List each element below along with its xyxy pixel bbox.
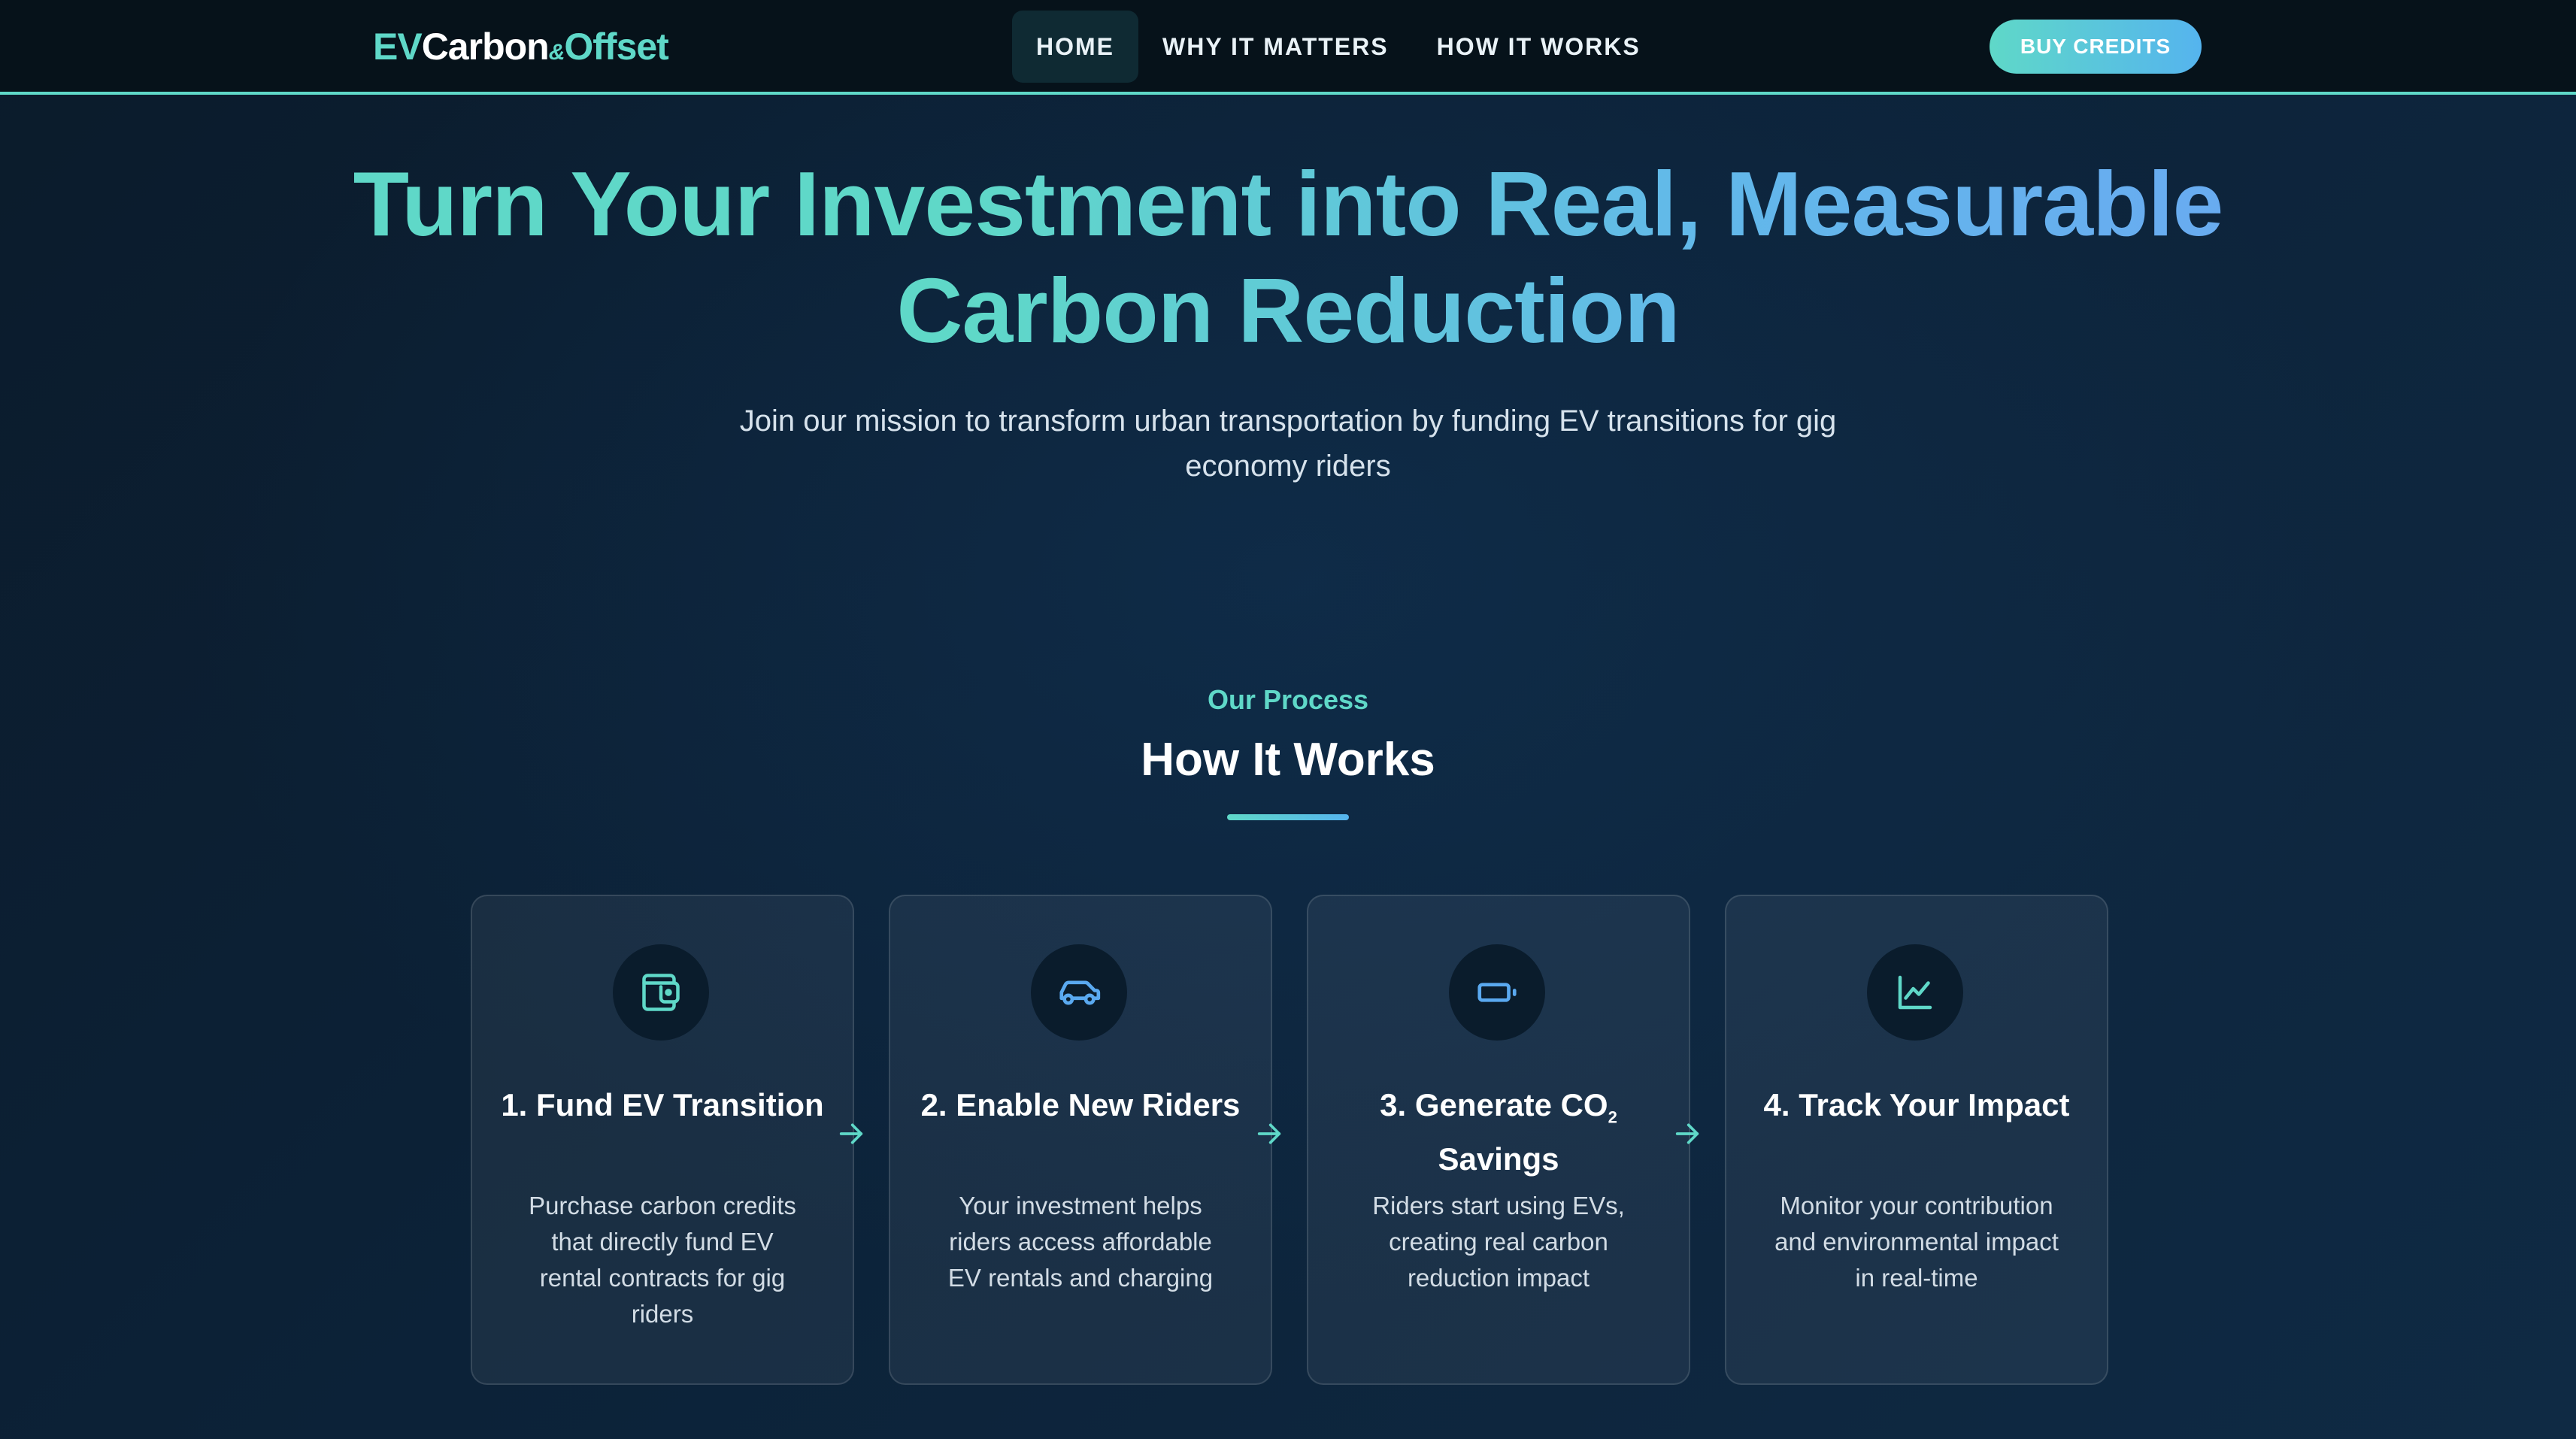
brand-logo[interactable]: EVCarbon&Offset	[373, 23, 669, 71]
nav-link-why-it-matters[interactable]: WHY IT MATTERS	[1138, 11, 1413, 83]
nav-link-how-it-works[interactable]: HOW IT WORKS	[1413, 11, 1665, 83]
step-description: Riders start using EVs, creating real ca…	[1372, 1192, 1625, 1292]
section-title: How It Works	[1141, 734, 1435, 786]
step-title: 2. Enable New Riders	[920, 1087, 1241, 1122]
buy-credits-button[interactable]: BUY CREDITS	[1990, 20, 2202, 74]
hero-title-line-2: Carbon Reduction	[896, 259, 1680, 362]
hero-title: Turn Your Investment into Real, Measurab…	[226, 150, 2350, 364]
section-underline	[1227, 814, 1349, 820]
arrow-right-icon	[1257, 1123, 1281, 1144]
step-title: 1. Fund EV Transition	[501, 1087, 824, 1122]
section-eyebrow: Our Process	[1207, 684, 1369, 715]
battery-icon	[1477, 983, 1517, 1002]
step-title: 4. Track Your Impact	[1763, 1087, 2070, 1122]
step-title-main: 3. Generate CO	[1380, 1087, 1608, 1122]
logo-ev: EV	[373, 26, 423, 68]
chart-line-icon	[1898, 975, 1932, 1010]
step-icon-circle	[1449, 944, 1545, 1041]
wallet-icon	[642, 974, 680, 1011]
top-navbar: EVCarbon&Offset HOME WHY IT MATTERS HOW …	[0, 0, 2576, 95]
logo-offset: Offset	[564, 26, 668, 68]
step-card-2: 2. Enable New Riders Your investment hel…	[889, 895, 1272, 1385]
hero-title-line-1: Turn Your Investment into Real, Measurab…	[353, 153, 2223, 255]
step-icon-circle	[613, 944, 709, 1041]
car-icon	[1059, 980, 1101, 1005]
step-title-subscript: 2	[1608, 1107, 1617, 1127]
step-description: Purchase carbon credits that directly fu…	[529, 1192, 796, 1328]
step-description: Your investment helps riders access affo…	[947, 1192, 1214, 1292]
step-card-3: 3. Generate CO2 Savings Riders start usi…	[1307, 895, 1690, 1385]
step-card-1: 1. Fund EV Transition Purchase carbon cr…	[471, 895, 854, 1385]
logo-ampersand: &	[548, 40, 565, 65]
arrow-right-icon	[1675, 1123, 1699, 1144]
step-description: Monitor your contribution and environmen…	[1774, 1192, 2059, 1292]
step-icon-circle	[1031, 944, 1127, 1041]
step-title-end: Savings	[1438, 1141, 1559, 1177]
step-card-4: 4. Track Your Impact Monitor your contri…	[1725, 895, 2108, 1385]
nav-links: HOME WHY IT MATTERS HOW IT WORKS	[1012, 11, 1665, 83]
hero-subtitle: Join our mission to transform urban tran…	[739, 404, 1837, 483]
logo-carbon: Carbon	[421, 26, 550, 68]
step-icon-circle	[1867, 944, 1963, 1041]
step-title: 3. Generate CO2 Savings	[1331, 1084, 1666, 1180]
nav-link-home[interactable]: HOME	[1012, 11, 1138, 83]
arrow-right-icon	[839, 1123, 863, 1144]
